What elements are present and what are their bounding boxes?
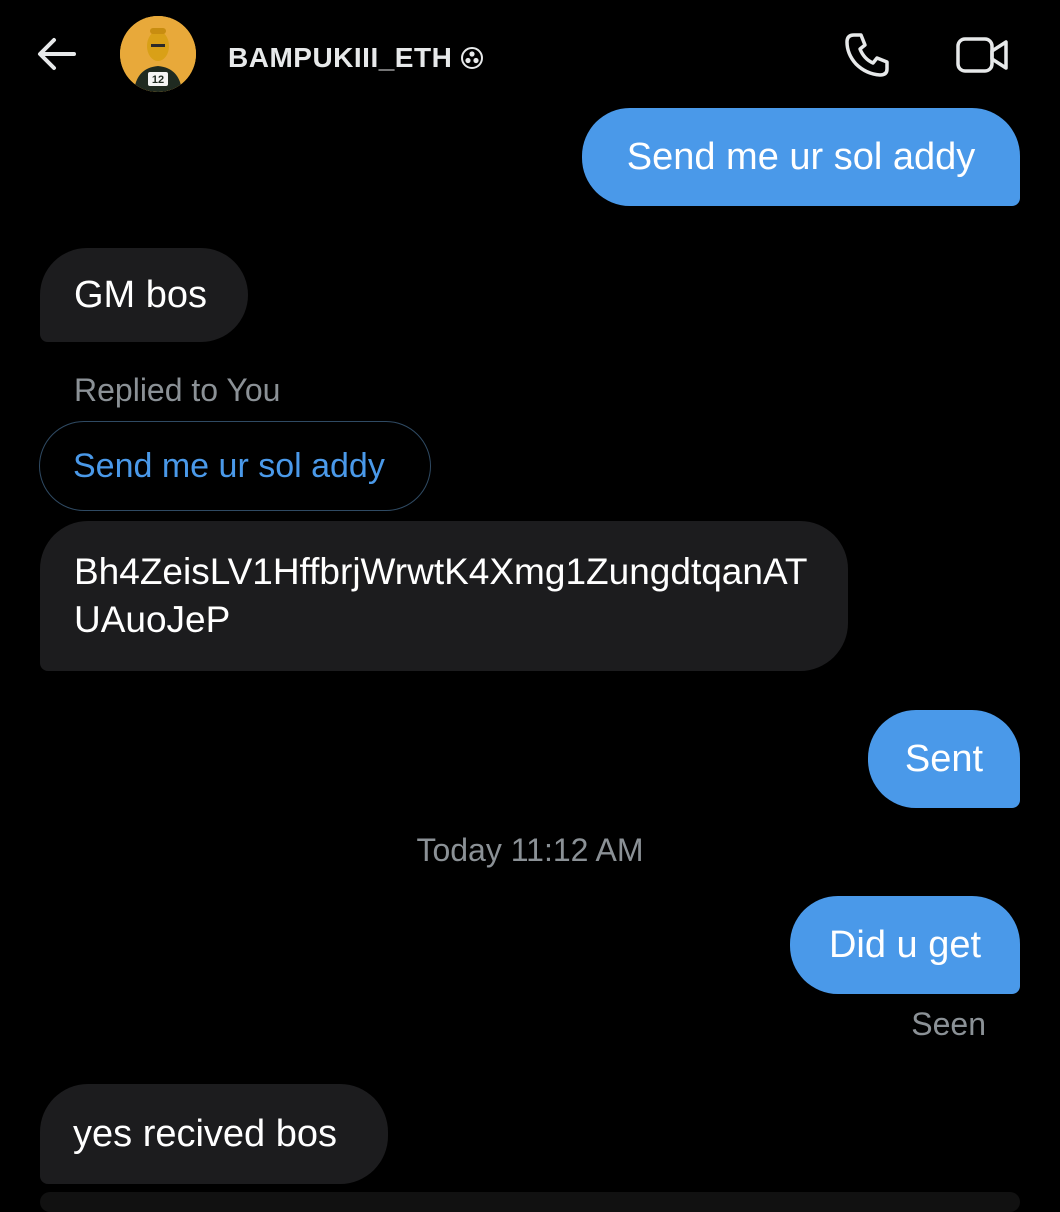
message-bubble-outgoing[interactable]: Did u get xyxy=(790,896,1020,994)
video-camera-icon xyxy=(956,37,1008,73)
message-timestamp: Today 11:12 AM xyxy=(416,832,644,868)
message-bubble-outgoing[interactable]: Send me ur sol addy xyxy=(582,108,1020,206)
avatar[interactable]: 12 xyxy=(120,16,196,92)
phone-icon xyxy=(845,33,889,77)
reply-quote[interactable]: Send me ur sol addy xyxy=(39,421,431,511)
arrow-left-icon xyxy=(38,38,76,70)
verified-badge-icon xyxy=(461,47,484,69)
video-call-button[interactable] xyxy=(954,32,1012,78)
message-bubble-incoming[interactable]: yes recived bos xyxy=(40,1084,388,1184)
message-bubble-incoming[interactable]: Bh4ZeisLV1HffbrjWrwtK4Xmg1ZungdtqanATUAu… xyxy=(40,521,848,671)
seen-status: Seen xyxy=(911,1006,986,1042)
svg-text:12: 12 xyxy=(152,74,164,86)
message-bubble-outgoing[interactable]: Sent xyxy=(868,710,1020,808)
message-bubble-incoming[interactable]: GM bos xyxy=(40,248,248,342)
replied-to-label: Replied to You xyxy=(74,372,281,408)
username: BAMPUKIII_ETH xyxy=(228,42,453,73)
phone-call-button[interactable] xyxy=(842,30,892,80)
back-button[interactable] xyxy=(34,34,82,74)
message-composer-edge xyxy=(40,1192,1020,1212)
conversation-title[interactable]: BAMPUKIII_ETH xyxy=(228,38,484,78)
conversation-header: 12 BAMPUKIII_ETH xyxy=(0,0,1060,110)
